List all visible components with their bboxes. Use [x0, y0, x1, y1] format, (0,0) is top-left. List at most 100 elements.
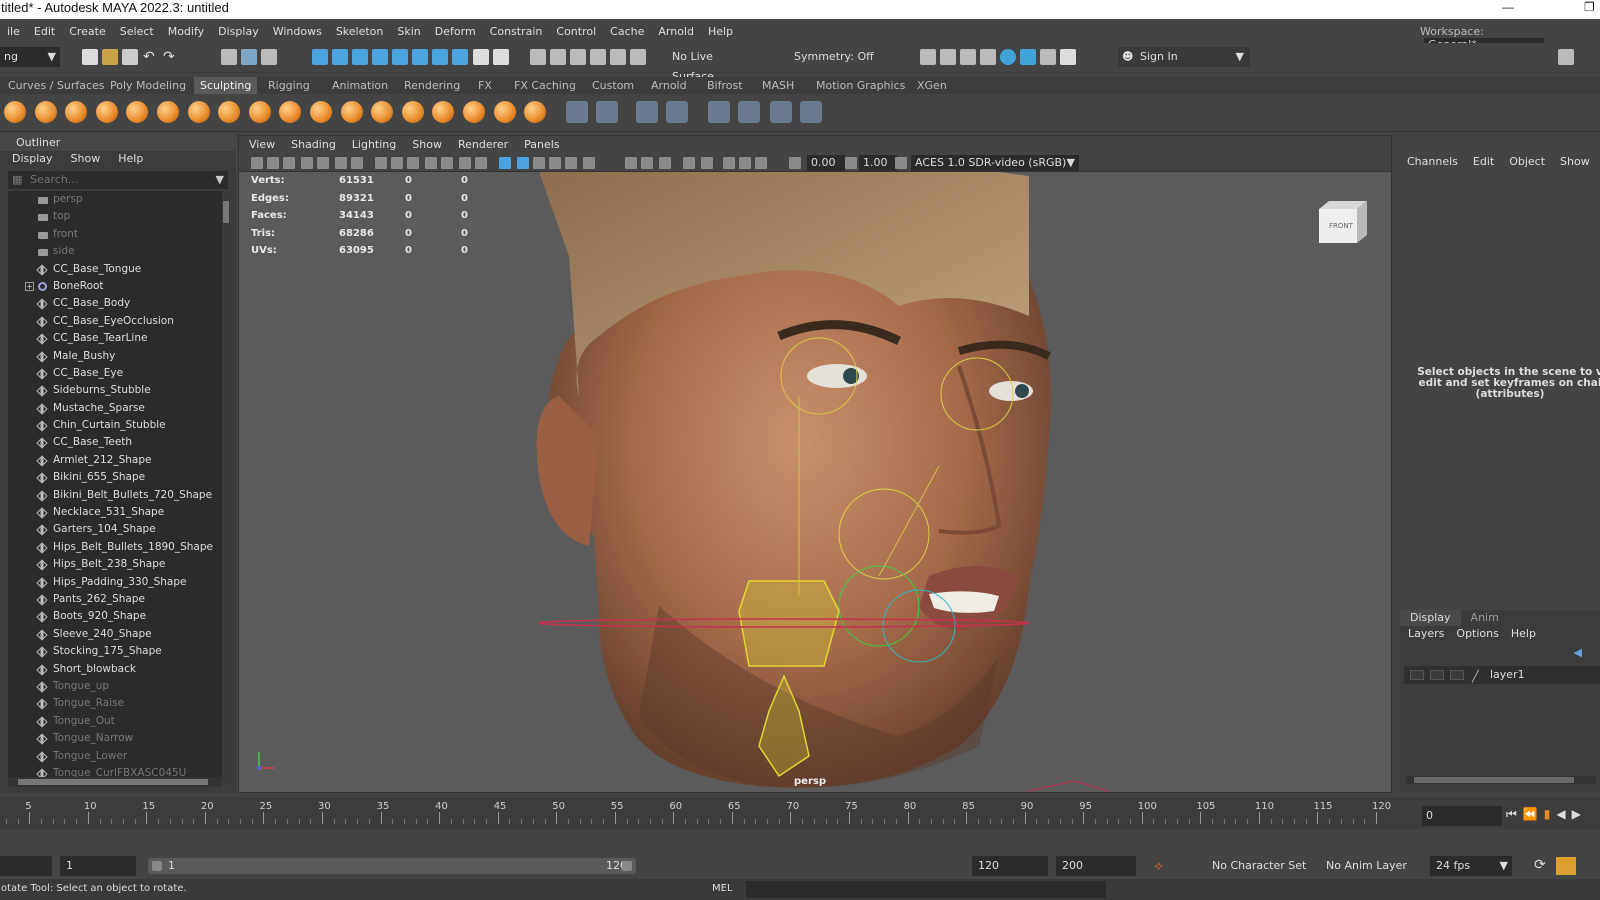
- outliner-item[interactable]: Tongue_Narrow: [8, 730, 222, 747]
- foamy-tool-icon[interactable]: [187, 101, 210, 123]
- outliner-item[interactable]: Chin_Curtain_Stubble: [8, 417, 222, 434]
- arnold-ipr-icon[interactable]: [1040, 49, 1056, 65]
- scroll-thumb[interactable]: [18, 779, 208, 785]
- repeat-tool-icon[interactable]: [248, 101, 271, 123]
- render-frame-icon[interactable]: [920, 49, 936, 65]
- outliner-item[interactable]: CC_Base_Eye: [8, 365, 222, 382]
- outliner-vertical-scrollbar[interactable]: [222, 191, 230, 781]
- outliner-title-tab[interactable]: Outliner: [0, 135, 236, 151]
- channel-box-menu-object[interactable]: Object: [1500, 153, 1551, 171]
- snap-curve-icon[interactable]: [332, 49, 348, 65]
- workspace-settings-icon[interactable]: [1558, 49, 1574, 65]
- shelf-tab-animation[interactable]: Animation: [326, 77, 394, 94]
- motion-blur-icon[interactable]: [641, 157, 653, 169]
- magnet-edge-icon[interactable]: [570, 49, 586, 65]
- menu-skin[interactable]: Skin: [390, 25, 427, 38]
- magnet-face-icon[interactable]: [590, 49, 606, 65]
- outliner-item[interactable]: Tongue_Raise: [8, 695, 222, 712]
- layer-color-icon[interactable]: ╱: [1472, 668, 1479, 686]
- bulge-tool-icon[interactable]: [463, 101, 485, 123]
- shelf-tab-poly-modeling[interactable]: Poly Modeling: [104, 77, 192, 94]
- menu-modify[interactable]: Modify: [161, 25, 211, 38]
- pinch-tool-icon[interactable]: [126, 101, 149, 123]
- magnet-curve-icon[interactable]: [630, 49, 646, 65]
- default-material-icon[interactable]: [533, 157, 545, 169]
- menu-windows[interactable]: Windows: [266, 25, 329, 38]
- shelf-tab-fx-caching[interactable]: FX Caching: [508, 77, 582, 94]
- snap-grid-icon[interactable]: [312, 49, 328, 65]
- viewport-menu-renderer[interactable]: Renderer: [448, 136, 514, 154]
- outliner-item[interactable]: side: [8, 243, 222, 260]
- save-scene-icon[interactable]: [122, 49, 138, 65]
- end-time-field[interactable]: 120: [972, 856, 1048, 876]
- shelf-tab-arnold[interactable]: Arnold: [645, 77, 693, 94]
- isolate-select-icon[interactable]: [701, 157, 713, 169]
- field-chart-icon[interactable]: [441, 157, 453, 169]
- outliner-item[interactable]: Bikini_Belt_Bullets_720_Shape: [8, 487, 222, 504]
- menu-skeleton[interactable]: Skeleton: [329, 25, 391, 38]
- outliner-item[interactable]: Armlet_212_Shape: [8, 452, 222, 469]
- layer-tab-display[interactable]: Display: [1400, 610, 1461, 626]
- shelf-tab-curves-surfaces[interactable]: Curves / Surfaces: [2, 77, 111, 94]
- anim-preferences-icon[interactable]: [1556, 857, 1576, 875]
- safe-title-icon[interactable]: [475, 157, 487, 169]
- fill-tool-icon[interactable]: [371, 101, 394, 123]
- layer-menu-help[interactable]: Help: [1503, 626, 1540, 642]
- outliner-item[interactable]: CC_Base_Teeth: [8, 434, 222, 451]
- outliner-item[interactable]: Sideburns_Stubble: [8, 382, 222, 399]
- shelf-tab-motion-graphics[interactable]: Motion Graphics: [810, 77, 911, 94]
- snap-live-icon[interactable]: [432, 49, 448, 65]
- chevron-down-icon[interactable]: ▼: [216, 173, 224, 186]
- smooth-tool-icon[interactable]: [34, 101, 57, 123]
- outliner-item[interactable]: CC_Base_EyeOcclusion: [8, 313, 222, 330]
- menu-control[interactable]: Control: [549, 25, 603, 38]
- amplify-tool-icon[interactable]: [493, 101, 516, 123]
- shelf-tab-mash[interactable]: MASH: [756, 77, 800, 94]
- loop-icon[interactable]: ⟳: [1534, 857, 1546, 873]
- camera-paint-icon[interactable]: [738, 101, 760, 123]
- live-surface-field[interactable]: No Live Surface: [668, 47, 758, 83]
- outliner-item[interactable]: CC_Base_Tongue: [8, 261, 222, 278]
- outliner-item[interactable]: Boots_920_Shape: [8, 608, 222, 625]
- outliner-search-input[interactable]: [30, 173, 210, 186]
- menu-display[interactable]: Display: [211, 25, 266, 38]
- xray-icon[interactable]: [723, 157, 735, 169]
- outliner-menu-show[interactable]: Show: [59, 151, 107, 167]
- xray-joints-icon[interactable]: [755, 157, 767, 169]
- snap-help-icon[interactable]: [452, 49, 468, 65]
- menu-set-dropdown[interactable]: ng ▼: [0, 47, 60, 67]
- script-language-toggle[interactable]: MEL: [712, 883, 733, 894]
- render-settings-icon[interactable]: [980, 49, 996, 65]
- outliner-item[interactable]: Tongue_Out: [8, 713, 222, 730]
- new-scene-icon[interactable]: [82, 49, 98, 65]
- depth-of-field-icon[interactable]: [683, 157, 695, 169]
- screen-space-ao-icon[interactable]: [625, 157, 637, 169]
- start-time-field[interactable]: 1: [60, 856, 136, 876]
- layer-tab-anim[interactable]: Anim: [1461, 610, 1509, 626]
- grease-pencil-icon[interactable]: [351, 157, 363, 169]
- gamma-toggle-icon[interactable]: [845, 157, 857, 169]
- resolution-gate-icon[interactable]: [407, 157, 419, 169]
- spray-tool-icon[interactable]: [218, 101, 241, 123]
- imprint-tool-icon[interactable]: [279, 101, 302, 123]
- menu-select[interactable]: Select: [113, 25, 161, 38]
- pause-icon[interactable]: [1060, 49, 1076, 65]
- layer-menu-layers[interactable]: Layers: [1400, 626, 1448, 642]
- gamma-field[interactable]: 1.00: [859, 155, 897, 171]
- shelf-tab-fx[interactable]: FX: [472, 77, 498, 94]
- viewport-menu-show[interactable]: Show: [402, 136, 448, 154]
- wireframe-icon[interactable]: [499, 157, 511, 169]
- menu-cache[interactable]: Cache: [603, 25, 651, 38]
- character-set-dropdown[interactable]: No Character Set: [1206, 856, 1316, 876]
- current-frame-field[interactable]: 0: [1422, 806, 1502, 826]
- hypershade-icon[interactable]: [1000, 49, 1016, 65]
- magnet-vertex-icon[interactable]: [550, 49, 566, 65]
- snap-projected-center-icon[interactable]: [372, 49, 388, 65]
- eraser-icon[interactable]: [800, 101, 822, 123]
- blank-field[interactable]: [0, 856, 52, 876]
- xray-active-icon[interactable]: [739, 157, 751, 169]
- shelf-tab-custom[interactable]: Custom: [586, 77, 640, 94]
- channel-box-menu-channels[interactable]: Channels: [1398, 153, 1464, 171]
- safe-action-icon[interactable]: [459, 157, 471, 169]
- outliner-item[interactable]: CC_Base_TearLine: [8, 330, 222, 347]
